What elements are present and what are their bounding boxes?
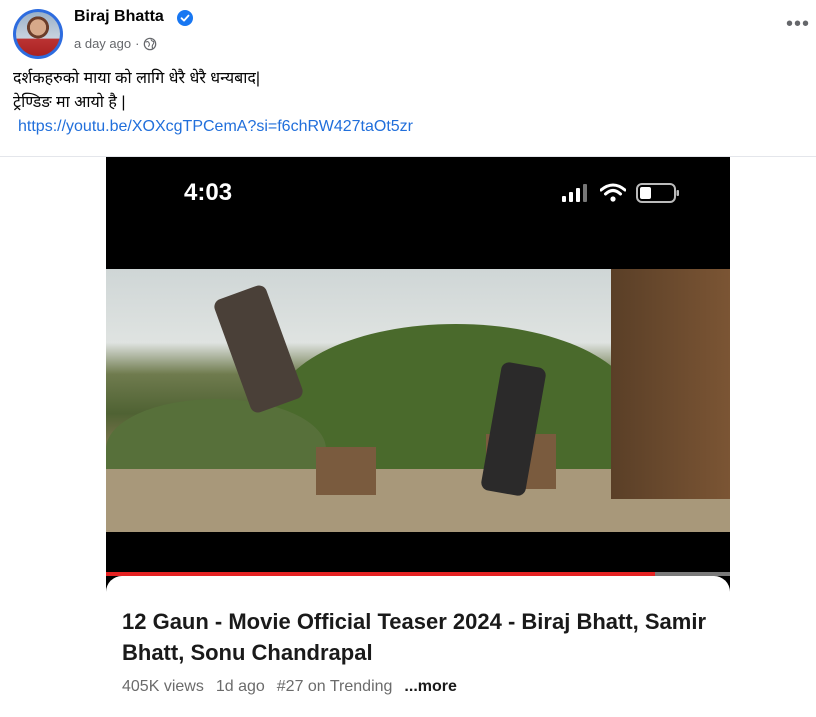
post-time[interactable]: a day ago	[74, 36, 131, 51]
video-title[interactable]: 12 Gaun - Movie Official Teaser 2024 - B…	[122, 606, 712, 668]
post-media-screenshot[interactable]: 4:03 12 Gaun - Movie Official Teaser 202…	[106, 157, 730, 717]
phone-status-time: 4:03	[184, 179, 233, 206]
verified-badge-icon	[177, 10, 193, 26]
post-link[interactable]: https://youtu.be/XOXcgTPCemA?si=f6chRW42…	[13, 118, 413, 135]
video-thumbnail[interactable]	[106, 269, 730, 532]
video-age: 1d ago	[215, 678, 265, 695]
more-link[interactable]: ...more	[404, 678, 456, 696]
avatar-photo	[16, 12, 60, 56]
post-line-1: दर्शकहरुको माया को लागि धेरै धेरै धन्यबा…	[13, 70, 261, 87]
scene-actor-jumping	[212, 283, 305, 415]
avatar[interactable]	[13, 9, 63, 59]
post-line-2: ट्रेण्डिङ मा आयो है |	[13, 94, 126, 111]
video-views: 405K views	[122, 678, 204, 695]
video-trending: #27 on Trending	[276, 678, 393, 695]
video-meta: 405K views 1d ago #27 on Trending ...mor…	[122, 678, 457, 696]
battery-icon	[636, 183, 679, 203]
scene-house	[611, 269, 730, 499]
post-header: Biraj Bhatta a day ago · •••	[0, 0, 816, 64]
meta-separator: ·	[135, 36, 140, 51]
ellipsis-icon[interactable]: •••	[786, 14, 810, 34]
signal-icon	[562, 184, 587, 202]
scene-hut	[316, 447, 376, 495]
video-info-card: 12 Gaun - Movie Official Teaser 2024 - B…	[106, 576, 730, 717]
author-name[interactable]: Biraj Bhatta	[74, 8, 164, 26]
post-meta: a day ago ·	[74, 36, 157, 51]
wifi-icon	[600, 183, 626, 202]
globe-icon	[144, 37, 157, 50]
post-text: दर्शकहरुको माया को लागि धेरै धेरै धन्यबा…	[13, 67, 413, 139]
phone-status-icons	[562, 183, 680, 203]
